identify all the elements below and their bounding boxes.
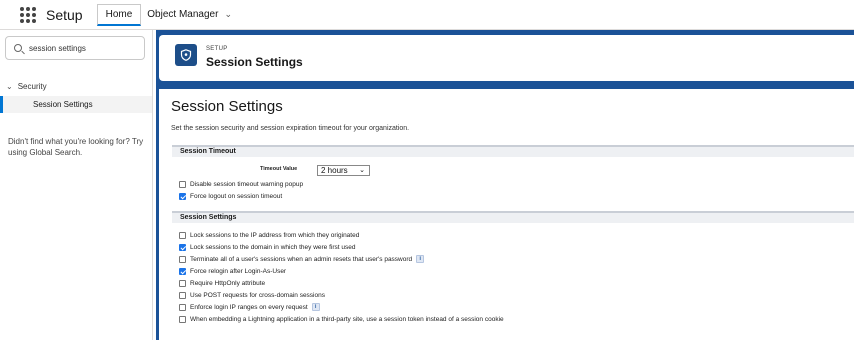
info-icon[interactable]: i	[311, 303, 320, 311]
app-name: Setup	[46, 6, 83, 23]
checkbox-label: Lock sessions to the IP address from whi…	[190, 231, 360, 239]
shield-icon	[175, 44, 197, 66]
quick-find-search[interactable]	[5, 36, 145, 60]
checkbox[interactable]	[179, 231, 186, 239]
checkbox[interactable]	[179, 180, 186, 188]
checkbox-label: Force logout on session timeout	[190, 192, 283, 200]
sidebar-item-session-settings[interactable]: Session Settings	[0, 96, 152, 113]
checkbox-label: When embedding a Lightning application i…	[190, 315, 504, 323]
section-header-session-settings: Session Settings	[172, 211, 854, 223]
checkbox-label: Enforce login IP ranges on every request	[190, 303, 308, 311]
checkbox-label: Use POST requests for cross-domain sessi…	[190, 291, 325, 299]
checkbox-row[interactable]: Terminate all of a user's sessions when …	[179, 254, 425, 264]
checkbox-label: Lock sessions to the domain in which the…	[190, 243, 356, 251]
timeout-value-label: Timeout Value	[260, 166, 298, 172]
tab-object-manager[interactable]: Object Manager ⌄	[147, 9, 232, 20]
page-title: Session Settings	[171, 98, 283, 115]
search-icon	[14, 44, 22, 52]
tab-object-manager-label: Object Manager	[147, 9, 219, 20]
page-header: SETUP Session Settings	[159, 35, 854, 81]
checkbox-row[interactable]: Lock sessions to the domain in which the…	[179, 242, 355, 252]
checkbox[interactable]	[179, 315, 186, 323]
search-help-text: Didn't find what you're looking for? Try…	[8, 137, 144, 157]
timeout-value-select[interactable]: 2 hours ⌄	[317, 165, 370, 176]
chevron-down-icon: ⌄	[6, 82, 13, 91]
checkbox-checked[interactable]	[179, 192, 186, 200]
checkbox-row[interactable]: Force relogin after Login-As-User	[179, 266, 286, 276]
checkbox-row[interactable]: Lock sessions to the IP address from whi…	[179, 230, 359, 240]
checkbox[interactable]	[179, 279, 186, 287]
global-header: Setup Home Object Manager ⌄	[0, 0, 854, 30]
chevron-down-icon: ⌄	[359, 167, 365, 174]
section-header-session-timeout: Session Timeout	[172, 145, 854, 157]
checkbox-label: Force relogin after Login-As-User	[190, 267, 287, 275]
tab-home[interactable]: Home	[96, 3, 142, 26]
checkbox-checked[interactable]	[179, 243, 186, 251]
checkbox[interactable]	[179, 291, 186, 299]
checkbox-row[interactable]: Use POST requests for cross-domain sessi…	[179, 290, 325, 300]
checkbox-label: Disable session timeout warning popup	[190, 180, 304, 188]
chevron-down-icon[interactable]: ⌄	[224, 9, 232, 20]
checkbox-row[interactable]: Disable session timeout warning popup	[179, 179, 303, 189]
timeout-value-selected: 2 hours	[321, 166, 348, 175]
checkbox-label: Require HttpOnly attribute	[190, 279, 266, 287]
content-panel: Session Settings Set the session securit…	[159, 89, 854, 340]
info-icon[interactable]: i	[416, 255, 425, 263]
checkbox-checked[interactable]	[179, 267, 186, 275]
checkbox-label: Terminate all of a user's sessions when …	[190, 255, 413, 263]
search-input[interactable]	[29, 43, 139, 53]
checkbox-row[interactable]: Force logout on session timeout	[179, 191, 282, 201]
setup-sidebar: ⌄ Security Session Settings Didn't find …	[0, 30, 153, 340]
checkbox-row[interactable]: Require HttpOnly attribute	[179, 278, 265, 288]
app-launcher-icon[interactable]	[20, 6, 36, 23]
checkbox[interactable]	[179, 303, 186, 311]
header-title: Session Settings	[206, 55, 303, 69]
nav-group-security[interactable]: ⌄ Security	[6, 82, 47, 91]
checkbox-row[interactable]: When embedding a Lightning application i…	[179, 314, 504, 324]
header-eyebrow: SETUP	[206, 46, 228, 52]
page-description: Set the session security and session exp…	[171, 125, 410, 132]
checkbox[interactable]	[179, 255, 186, 263]
nav-group-label: Security	[17, 82, 47, 91]
checkbox-row[interactable]: Enforce login IP ranges on every request…	[179, 302, 320, 312]
